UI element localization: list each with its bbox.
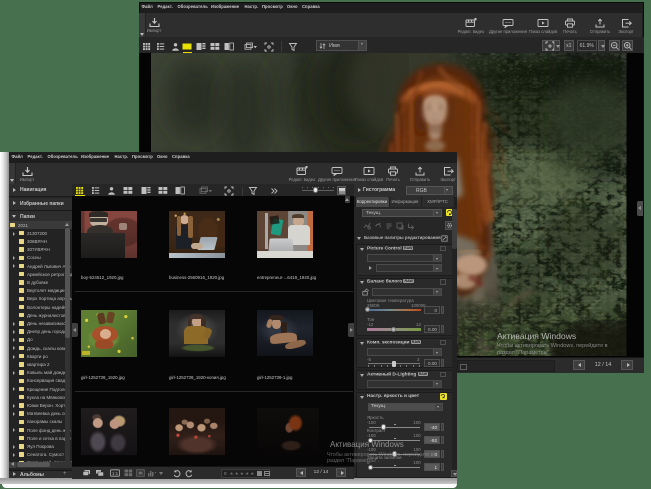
svg-text:1:1: 1:1	[111, 471, 118, 476]
